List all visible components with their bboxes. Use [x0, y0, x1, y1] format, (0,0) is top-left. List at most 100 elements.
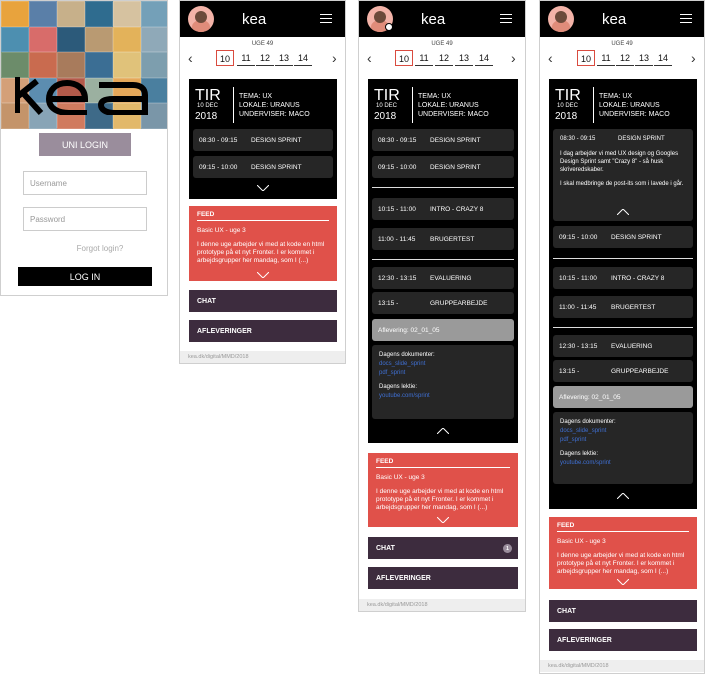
slot-1[interactable]: 08:30 - 09:15 DESIGN SPRINT: [193, 129, 333, 151]
slot-2[interactable]: 09:15 - 10:00 DESIGN SPRINT: [193, 156, 333, 178]
schedule-year: 2018: [374, 111, 397, 122]
feed-body: I denne uge arbejder vi med at kode en h…: [197, 241, 325, 264]
feed-subtitle: Basic UX - uge 3: [197, 227, 246, 234]
week-label: UGE 49: [251, 41, 274, 47]
kea-logo: kea: [602, 11, 627, 27]
chevron-down-icon[interactable]: [617, 579, 629, 585]
chat-button[interactable]: CHAT 1: [368, 537, 518, 559]
slot-6[interactable]: 13:15 - GRUPPEARBEJDE: [372, 292, 514, 314]
forgot-login-link[interactable]: Forgot login?: [1, 244, 167, 253]
menu-icon[interactable]: [320, 14, 332, 23]
footer-url: kea.dk/digital/MMD/2018: [359, 599, 525, 611]
slot-1-description: I dag arbejder vi med UX design og Googl…: [560, 151, 679, 173]
day-11[interactable]: 11: [237, 50, 255, 66]
slot-1-expanded[interactable]: 08:30 - 09:15 DESIGN SPRINT I dag arbejde…: [553, 129, 693, 221]
chevron-up-icon[interactable]: [437, 428, 449, 434]
docs-box: Dagens dokumenter: docs_slide_sprint pdf…: [553, 412, 693, 484]
feed-card[interactable]: FEED Basic UX - uge 3 I denne uge arbejd…: [549, 517, 697, 589]
feed-body: I denne uge arbejder vi med at kode en h…: [557, 552, 685, 575]
aflevering-slot[interactable]: Aflevering: 02_01_05: [372, 319, 514, 341]
password-field[interactable]: Password: [23, 207, 147, 231]
slot-5[interactable]: 12:30 - 13:15 EVALUERING: [372, 267, 514, 289]
chevron-down-icon[interactable]: [437, 517, 449, 523]
doc-link-2[interactable]: pdf_sprint: [560, 437, 686, 443]
next-arrow-icon[interactable]: ›: [691, 49, 696, 67]
day-12[interactable]: 12: [616, 50, 634, 66]
day-14[interactable]: 14: [654, 50, 672, 66]
doc-link-1[interactable]: docs_slide_sprint: [560, 428, 686, 434]
day-13[interactable]: 13: [635, 50, 653, 66]
photo-tile: [29, 26, 57, 53]
day-11[interactable]: 11: [415, 50, 433, 66]
slot-3[interactable]: 10:15 - 11:00 INTRO - CRAZY 8: [553, 267, 693, 289]
svg-text:kea: kea: [242, 11, 267, 27]
uni-login-button[interactable]: UNI LOGIN: [39, 133, 131, 156]
week-label: UGE 49: [431, 41, 453, 47]
day-13[interactable]: 13: [275, 50, 293, 66]
username-field[interactable]: Username: [23, 171, 147, 195]
docs-box: Dagens dokumenter: docs_slide_sprint pdf…: [372, 345, 514, 419]
photo-tile: [85, 52, 113, 78]
schedule-date: 10 DEC: [557, 103, 579, 109]
schedule-year: 2018: [555, 111, 578, 122]
next-arrow-icon[interactable]: ›: [511, 49, 516, 67]
afleveringer-button[interactable]: AFLEVERINGER: [368, 567, 518, 589]
feed-card[interactable]: FEED Basic UX - uge 3 I denne uge arbejd…: [368, 453, 518, 527]
day-11[interactable]: 11: [597, 50, 615, 66]
chevron-down-icon[interactable]: [257, 185, 269, 191]
svg-text:kea: kea: [602, 11, 627, 27]
slot-3[interactable]: 10:15 - 11:00 INTRO - CRAZY 8: [372, 198, 514, 220]
lesson-link[interactable]: youtube.com/sprint: [560, 460, 686, 466]
prev-arrow-icon[interactable]: ‹: [548, 49, 553, 67]
slot-4[interactable]: 11:00 - 11:45 BRUGERTEST: [372, 228, 514, 250]
day-14[interactable]: 14: [294, 50, 312, 66]
chat-button[interactable]: CHAT: [189, 290, 337, 312]
chevron-up-icon[interactable]: [617, 209, 629, 215]
slot-5[interactable]: 12:30 - 13:15 EVALUERING: [553, 335, 693, 357]
photo-tile: [85, 26, 113, 53]
photo-tile: [29, 1, 57, 27]
photo-tile: [57, 52, 85, 78]
chevron-down-icon[interactable]: [257, 272, 269, 278]
feed-body: I denne uge arbejder vi med at kode en h…: [376, 488, 504, 511]
day-10[interactable]: 10: [577, 50, 595, 66]
day-14[interactable]: 14: [475, 50, 493, 66]
feed-title: FEED: [376, 458, 394, 465]
chat-button[interactable]: CHAT: [549, 600, 697, 622]
menu-icon[interactable]: [680, 14, 692, 23]
login-button[interactable]: LOG IN: [18, 267, 152, 286]
aflevering-slot[interactable]: Aflevering: 02_01_05: [553, 386, 693, 408]
avatar[interactable]: [188, 6, 214, 32]
slot-2[interactable]: 09:15 - 10:00 DESIGN SPRINT: [553, 226, 693, 248]
chevron-up-icon[interactable]: [617, 493, 629, 499]
feed-card[interactable]: FEED Basic UX - uge 3 I denne uge arbejd…: [189, 206, 337, 281]
schedule-info: TEMA: UX LOKALE: URANUS UNDERVISER: MACO: [599, 93, 670, 118]
photo-tile: [1, 26, 29, 53]
photo-tile: [57, 26, 85, 53]
doc-link-2[interactable]: pdf_sprint: [379, 370, 507, 376]
slot-4[interactable]: 11:00 - 11:45 BRUGERTEST: [553, 296, 693, 318]
next-arrow-icon[interactable]: ›: [332, 49, 337, 67]
header: kea: [540, 1, 704, 37]
day-12[interactable]: 12: [256, 50, 274, 66]
phone-screen-2: kea UGE 49 ‹ 10 11 12 13 14 › TIR 10 DEC…: [358, 0, 526, 612]
schedule-info: TEMA: UX LOKALE: URANUS UNDERVISER: MACO: [418, 93, 489, 118]
day-12[interactable]: 12: [435, 50, 453, 66]
avatar[interactable]: [548, 6, 574, 32]
menu-icon[interactable]: [500, 14, 512, 23]
photo-tile: [85, 1, 113, 27]
prev-arrow-icon[interactable]: ‹: [188, 49, 193, 67]
kea-logo: kea: [242, 11, 267, 27]
slot-2[interactable]: 09:15 - 10:00 DESIGN SPRINT: [372, 156, 514, 178]
day-13[interactable]: 13: [455, 50, 473, 66]
schedule-date: 10 DEC: [376, 103, 398, 109]
prev-arrow-icon[interactable]: ‹: [367, 49, 372, 67]
slot-6[interactable]: 13:15 - GRUPPEARBEJDE: [553, 360, 693, 382]
lesson-link[interactable]: youtube.com/sprint: [379, 393, 507, 399]
afleveringer-button[interactable]: AFLEVERINGER: [549, 629, 697, 651]
doc-link-1[interactable]: docs_slide_sprint: [379, 361, 507, 367]
afleveringer-button[interactable]: AFLEVERINGER: [189, 320, 337, 342]
slot-1[interactable]: 08:30 - 09:15 DESIGN SPRINT: [372, 129, 514, 151]
day-10[interactable]: 10: [216, 50, 234, 66]
day-10[interactable]: 10: [395, 50, 413, 66]
